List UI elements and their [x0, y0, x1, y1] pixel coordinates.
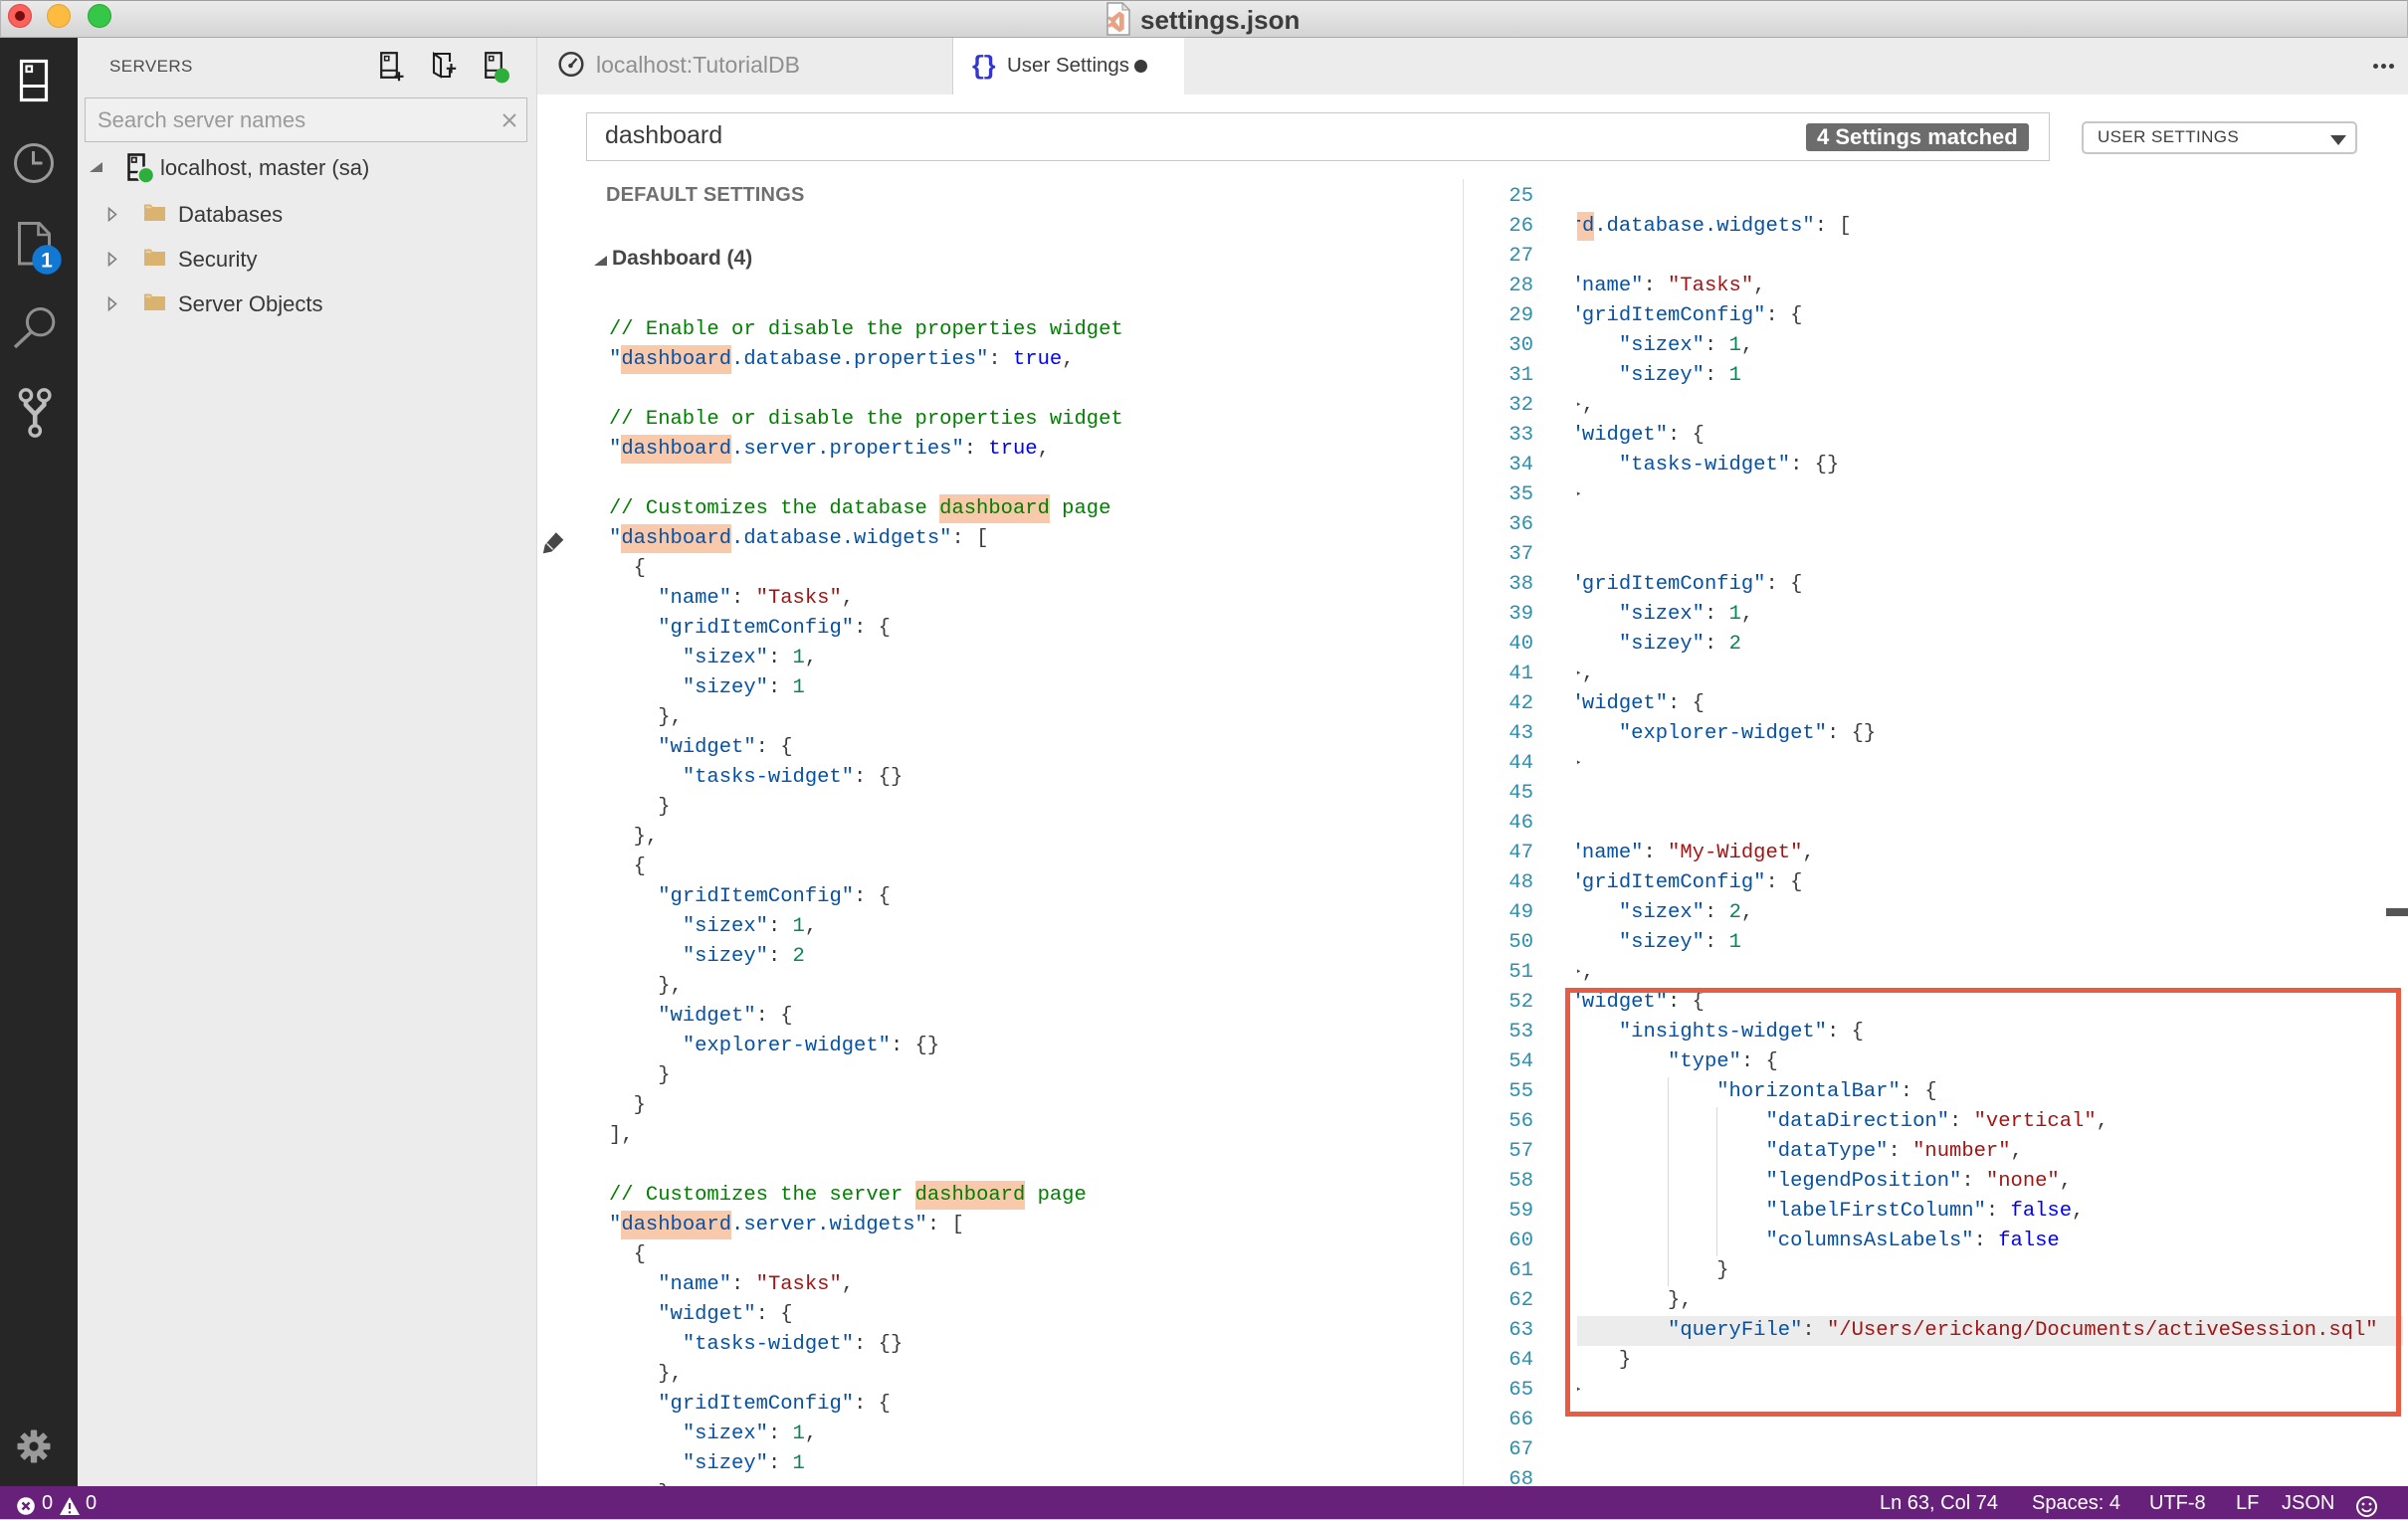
svg-text:1: 1	[41, 250, 53, 273]
